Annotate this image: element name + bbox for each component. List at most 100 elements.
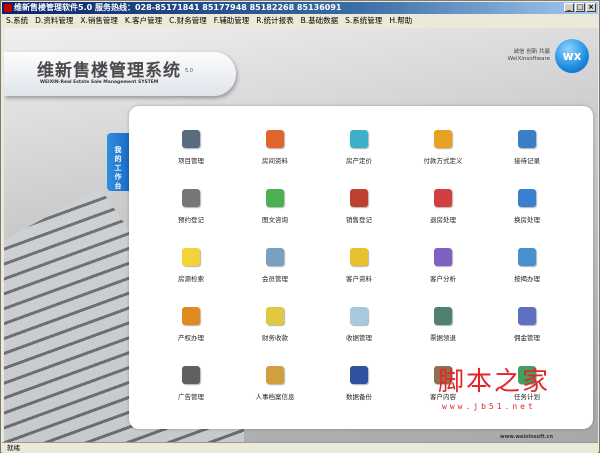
workbench-item[interactable]: 预约登记 (149, 187, 233, 246)
module-icon (518, 248, 536, 266)
workbench-item[interactable]: 销售登记 (317, 187, 401, 246)
menu-base-data[interactable]: B.基础数据 (301, 15, 339, 27)
module-label: 换房处理 (514, 216, 540, 224)
app-version: 5.0 (185, 68, 193, 74)
workbench-item[interactable]: 付款方式定义 (401, 128, 485, 187)
module-icon (266, 366, 284, 384)
module-label: 房源检索 (178, 275, 204, 283)
app-name: 维新售楼管理系统 (37, 61, 181, 81)
module-label: 客户资料 (346, 275, 372, 283)
menu-data[interactable]: D.资料管理 (35, 15, 73, 27)
workbench-item[interactable]: 人事档案信息 (233, 364, 317, 423)
workbench-item[interactable]: 会员管理 (233, 246, 317, 305)
module-label: 佣金管理 (514, 334, 540, 342)
workbench-item[interactable]: 产权办理 (149, 305, 233, 364)
module-icon (266, 248, 284, 266)
module-icon (434, 130, 452, 148)
workbench-item[interactable]: 客户分析 (401, 246, 485, 305)
workbench-item[interactable]: 项目管理 (149, 128, 233, 187)
module-icon (350, 130, 368, 148)
company-logo-icon: wx (555, 39, 589, 73)
workbench-item[interactable]: 客户资料 (317, 246, 401, 305)
website-link[interactable]: www.weixinsoft.cn (500, 434, 553, 440)
watermark-url: www.jb51.net (442, 402, 536, 411)
module-icon (266, 189, 284, 207)
slogan-text: 诚信 创新 共赢 (513, 49, 551, 55)
menu-system-admin[interactable]: S.系统管理 (345, 15, 382, 27)
workbench-tab-label: 我的工作台 (114, 146, 122, 190)
menu-finance[interactable]: C.财务管理 (169, 15, 207, 27)
menu-customer[interactable]: K.客户管理 (125, 15, 162, 27)
module-icon (266, 130, 284, 148)
menu-bar: S.系统 D.资料管理 X.销售管理 K.客户管理 C.财务管理 F.辅助管理 … (2, 15, 598, 27)
module-icon (182, 307, 200, 325)
menu-sales[interactable]: X.销售管理 (80, 15, 118, 27)
workbench-item[interactable]: 接待记录 (485, 128, 569, 187)
maximize-button[interactable]: □ (575, 3, 585, 12)
workbench-item[interactable]: 财务收款 (233, 305, 317, 364)
workbench-item[interactable]: 数据备份 (317, 364, 401, 423)
company-name: WeiXinsoftware (507, 56, 550, 62)
minimize-button[interactable]: _ (564, 3, 574, 12)
module-label: 项目管理 (178, 157, 204, 165)
module-icon (434, 189, 452, 207)
module-icon (518, 307, 536, 325)
module-label: 人事档案信息 (255, 393, 295, 401)
module-label: 接待记录 (514, 157, 540, 165)
module-label: 付款方式定义 (423, 157, 463, 165)
workbench-item[interactable]: 退房处理 (401, 187, 485, 246)
module-label: 数据备份 (346, 393, 372, 401)
module-icon (518, 130, 536, 148)
menu-system[interactable]: S.系统 (6, 15, 28, 27)
slogan: 诚信 创新 共赢 WeiXinsoftware (494, 49, 550, 63)
workbench-tab[interactable]: 我的工作台 (107, 133, 129, 191)
module-icon (350, 248, 368, 266)
module-label: 房间资料 (262, 157, 288, 165)
workbench-item[interactable]: 佣金管理 (485, 305, 569, 364)
status-bar: 就绪 (2, 442, 598, 453)
module-label: 票据领退 (430, 334, 456, 342)
workbench-item[interactable]: 图文咨询 (233, 187, 317, 246)
module-icon (266, 307, 284, 325)
workbench-item[interactable]: 房产定价 (317, 128, 401, 187)
workbench-item[interactable]: 票据领退 (401, 305, 485, 364)
app-icon (4, 4, 12, 12)
title-bar: 维新售楼管理软件5.0 服务热线：028-85171841 85177948 8… (2, 2, 598, 14)
module-label: 收据管理 (346, 334, 372, 342)
module-icon (350, 307, 368, 325)
module-icon (182, 366, 200, 384)
module-icon (434, 248, 452, 266)
module-icon (350, 189, 368, 207)
module-label: 按揭办理 (514, 275, 540, 283)
module-icon (182, 130, 200, 148)
watermark-text: 脚本之家 (438, 367, 551, 397)
module-label: 产权办理 (178, 334, 204, 342)
module-icon (518, 189, 536, 207)
window-title: 维新售楼管理软件5.0 服务热线：028-85171841 85177948 8… (14, 3, 342, 12)
workbench-item[interactable]: 房源检索 (149, 246, 233, 305)
workbench-item[interactable]: 收据管理 (317, 305, 401, 364)
module-icon (350, 366, 368, 384)
app-window: 维新售楼管理软件5.0 服务热线：028-85171841 85177948 8… (0, 0, 600, 453)
module-label: 销售登记 (346, 216, 372, 224)
module-label: 会员管理 (262, 275, 288, 283)
menu-reports[interactable]: R.统计报表 (256, 15, 293, 27)
module-label: 预约登记 (178, 216, 204, 224)
module-label: 广告管理 (178, 393, 204, 401)
module-label: 财务收款 (262, 334, 288, 342)
workbench-item[interactable]: 换房处理 (485, 187, 569, 246)
workbench-item[interactable]: 房间资料 (233, 128, 317, 187)
menu-help[interactable]: H.帮助 (389, 15, 412, 27)
menu-auxiliary[interactable]: F.辅助管理 (214, 15, 250, 27)
workbench-item[interactable]: 广告管理 (149, 364, 233, 423)
module-label: 房产定价 (346, 157, 372, 165)
module-label: 客户分析 (430, 275, 456, 283)
close-button[interactable]: × (586, 3, 596, 12)
module-icon (182, 248, 200, 266)
module-icon (434, 307, 452, 325)
module-icon (182, 189, 200, 207)
module-label: 退房处理 (430, 216, 456, 224)
module-label: 图文咨询 (262, 216, 288, 224)
app-subtitle: WEIXIN-Real Estate Sale Management SYSTE… (40, 80, 159, 85)
workbench-item[interactable]: 按揭办理 (485, 246, 569, 305)
